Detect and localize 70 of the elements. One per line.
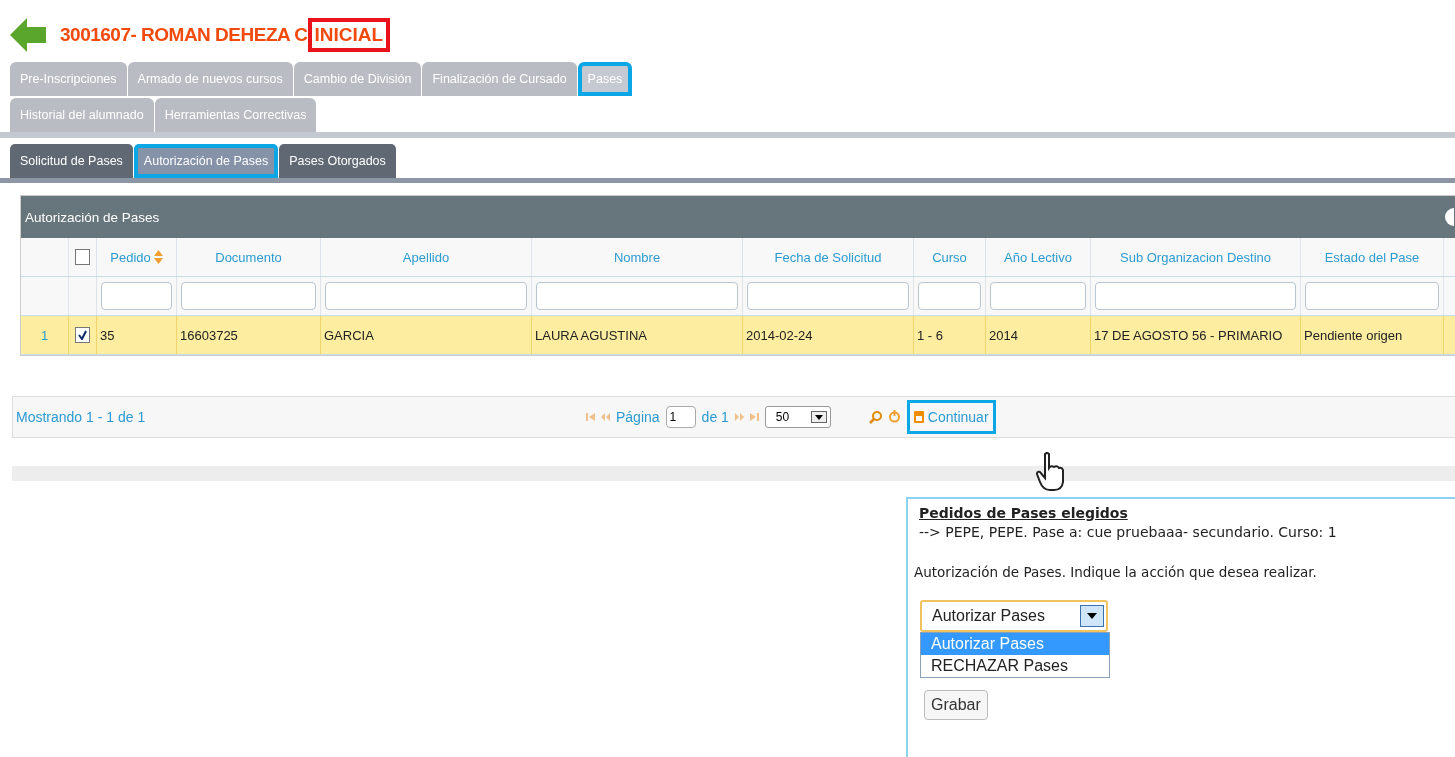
dropdown-button[interactable]: [1080, 605, 1104, 627]
tab[interactable]: Solicitud de Pases: [10, 144, 133, 178]
document-icon: [913, 411, 924, 423]
page-size-select[interactable]: 50: [764, 406, 831, 428]
column-header[interactable]: Curso: [914, 238, 986, 276]
column-header[interactable]: Sub Organizacion Destino: [1091, 238, 1301, 276]
table-cell: GARCIA: [324, 327, 374, 343]
filter-field[interactable]: [181, 282, 316, 310]
select-all-checkbox[interactable]: [75, 249, 90, 265]
first-page-icon[interactable]: [586, 413, 595, 421]
last-page-icon[interactable]: [749, 413, 759, 421]
table-cell: Pendiente origen: [1304, 327, 1403, 343]
column-header[interactable]: Estado del Pase: [1301, 238, 1444, 276]
tab[interactable]: Autorización de Pases: [133, 144, 279, 178]
table-cell: 2014-02-24: [746, 327, 813, 343]
filter-field[interactable]: [1305, 282, 1439, 310]
page-label: Página: [616, 409, 660, 425]
filter-field[interactable]: [325, 282, 527, 310]
table-cell: 16603725: [180, 327, 238, 343]
table-cell: 35: [100, 327, 115, 343]
page-title: 3001607- ROMAN DEHEZA C: [60, 24, 308, 46]
row-checkbox[interactable]: [75, 327, 90, 343]
selected-request-text: --> PEPE, PEPE. Pase a: cue pruebaaa- secundario. Curso: 1: [919, 524, 1338, 540]
tab[interactable]: Cambio de División: [293, 62, 422, 96]
back-arrow-icon[interactable]: [10, 18, 46, 52]
tab[interactable]: Armado de nuevos cursos: [127, 62, 293, 96]
page-field[interactable]: 1: [665, 406, 696, 428]
tab[interactable]: Pre-Inscripciones: [10, 62, 127, 96]
column-header[interactable]: Fecha de Solicitud: [743, 238, 914, 276]
popup-title: Pedidos de Pases elegidos: [919, 505, 1129, 521]
record-count: Mostrando 1 - 1 de 1: [16, 409, 147, 425]
column-header[interactable]: Año Lectivo: [986, 238, 1091, 276]
next-page-icon[interactable]: [734, 413, 744, 421]
caret-icon[interactable]: [1087, 613, 1097, 619]
filter-field[interactable]: [747, 282, 909, 310]
tab[interactable]: Pases: [577, 62, 633, 96]
collapse-icon[interactable]: [1445, 208, 1455, 226]
tab[interactable]: Pases Otorgados: [279, 144, 396, 178]
hand-cursor-icon: [1036, 452, 1066, 492]
action-select[interactable]: Autorizar Pases: [920, 600, 1108, 632]
filter-field[interactable]: [101, 282, 172, 310]
instruction-text: Autorización de Pases. Indique la acción que desea realizar.: [914, 564, 1318, 580]
column-header[interactable]: Apellido: [321, 238, 532, 276]
table-cell: 2014: [989, 327, 1018, 343]
column-header[interactable]: Nombre: [532, 238, 743, 276]
column-header[interactable]: Pedido: [97, 238, 177, 276]
row-number: 1: [40, 327, 49, 343]
page-total: de 1: [701, 409, 729, 425]
table-cell: 1 - 6: [917, 327, 943, 343]
dropdown-icon[interactable]: [810, 411, 827, 423]
tab[interactable]: Historial del alumnado: [10, 98, 154, 132]
refresh-icon[interactable]: [887, 410, 901, 424]
filter-field[interactable]: [536, 282, 738, 310]
status-label: INICIAL: [307, 18, 391, 52]
sort-icon[interactable]: [153, 250, 163, 264]
previous-page-icon[interactable]: [601, 413, 610, 421]
table-row[interactable]: 1 35 16603725 GARCIA LAURA AGUSTINA 2014-02-24 1 - 6 2014 17 DE AGOSTO 56 - PRIMARIO Pendiente origen: [21, 316, 1455, 355]
column-header[interactable]: Documento: [177, 238, 321, 276]
filter-field[interactable]: [918, 282, 981, 310]
continue-button[interactable]: Continuar: [906, 400, 996, 434]
filter-field[interactable]: [1095, 282, 1296, 310]
dropdown-option[interactable]: Autorizar Pases: [921, 633, 1109, 655]
save-button[interactable]: Grabar: [924, 690, 988, 720]
tab[interactable]: Finalización de Cursado: [422, 62, 577, 96]
filter-field[interactable]: [990, 282, 1086, 310]
table-cell: LAURA AGUSTINA: [535, 327, 647, 343]
tab[interactable]: Herramientas Correctivas: [154, 98, 317, 132]
search-icon[interactable]: [868, 410, 882, 424]
table-cell: 17 DE AGOSTO 56 - PRIMARIO: [1094, 327, 1283, 343]
grid-title: Autorización de Pases: [25, 209, 160, 225]
